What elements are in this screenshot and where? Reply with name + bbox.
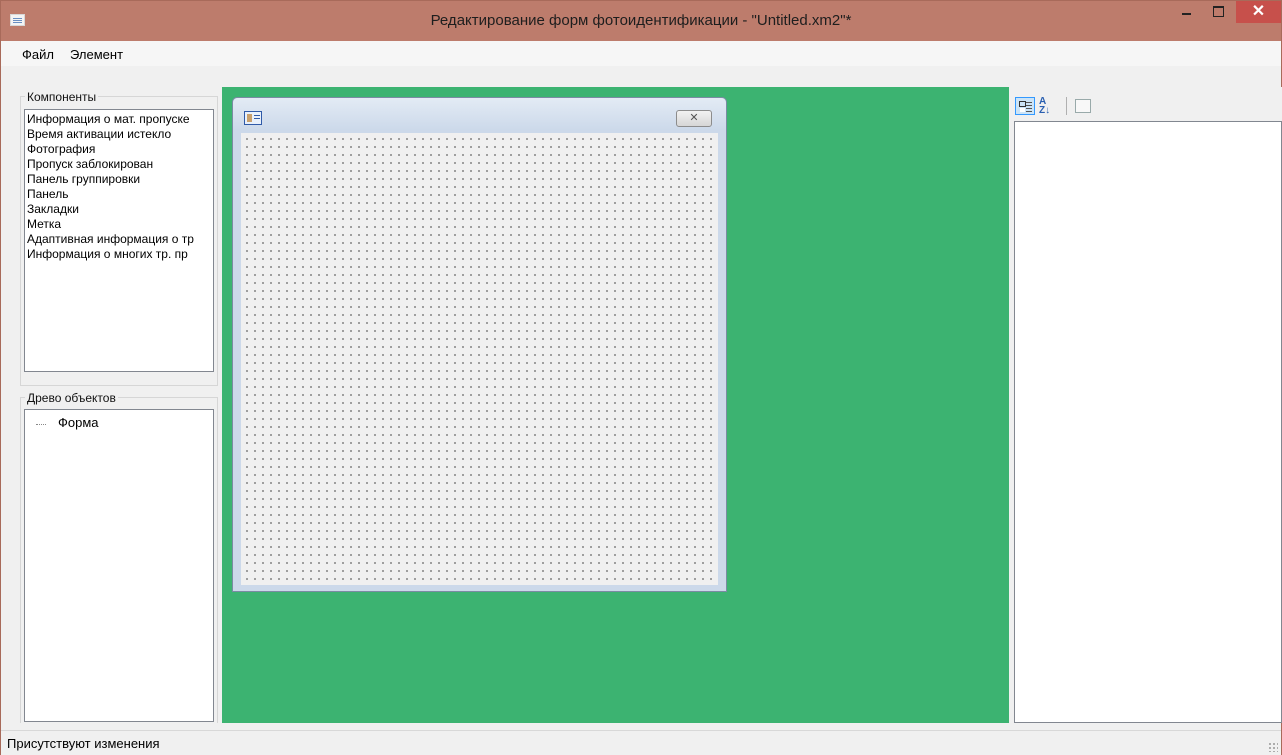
close-button[interactable]: ✕ xyxy=(1236,1,1281,23)
property-pages-icon[interactable] xyxy=(1074,97,1094,115)
tree-node-form[interactable]: Форма xyxy=(56,415,99,430)
menu-bar: Файл Элемент xyxy=(1,41,1281,66)
menu-file[interactable]: Файл xyxy=(22,47,54,62)
window-title: Редактирование форм фотоидентификации - … xyxy=(430,12,852,29)
object-tree-group: Древо объектов Форма xyxy=(20,391,218,723)
property-toolbar: A Z↓ xyxy=(1014,87,1282,121)
property-grid[interactable] xyxy=(1014,121,1282,723)
list-item[interactable]: Время активации истекло xyxy=(25,127,213,142)
title-bar[interactable]: Редактирование форм фотоидентификации - … xyxy=(1,1,1281,41)
list-item[interactable]: Пропуск заблокирован xyxy=(25,157,213,172)
list-item[interactable]: Панель xyxy=(25,187,213,202)
object-tree[interactable]: Форма xyxy=(24,409,214,722)
sort-alphabetical-glyph: A Z↓ xyxy=(1039,96,1051,116)
form-title-bar[interactable]: ✕ xyxy=(233,98,726,130)
form-close-button[interactable]: ✕ xyxy=(676,110,712,127)
status-text: Присутствуют изменения xyxy=(7,736,160,751)
list-item[interactable]: Фотография xyxy=(25,142,213,157)
resize-grip-icon[interactable] xyxy=(1268,742,1278,752)
components-list[interactable]: Информация о мат. пропуске Время активац… xyxy=(24,109,214,372)
minimize-button[interactable] xyxy=(1172,1,1200,23)
form-preview[interactable]: ✕ xyxy=(232,97,727,592)
list-item[interactable]: Метка xyxy=(25,217,213,232)
maximize-button[interactable] xyxy=(1204,1,1232,23)
list-item[interactable]: Закладки xyxy=(25,202,213,217)
sort-alphabetical-icon[interactable]: A Z↓ xyxy=(1039,96,1059,116)
list-item[interactable]: Адаптивная информация о тр xyxy=(25,232,213,247)
tree-connector xyxy=(36,424,46,425)
categorized-view-icon[interactable] xyxy=(1015,97,1035,115)
list-item[interactable]: Информация о мат. пропуске xyxy=(25,112,213,127)
components-label: Компоненты xyxy=(25,90,99,104)
list-item[interactable]: Панель группировки xyxy=(25,172,213,187)
form-design-grid[interactable] xyxy=(241,133,718,585)
design-canvas[interactable]: ✕ xyxy=(222,87,1009,723)
main-window: Редактирование форм фотоидентификации - … xyxy=(0,0,1282,755)
toolbar-separator xyxy=(1066,97,1067,115)
status-bar: Присутствуют изменения xyxy=(1,730,1281,755)
list-item[interactable]: Информация о многих тр. пр xyxy=(25,247,213,262)
menu-element[interactable]: Элемент xyxy=(70,47,123,62)
object-tree-label: Древо объектов xyxy=(25,391,118,405)
id-card-icon xyxy=(244,111,262,125)
components-group: Компоненты Информация о мат. пропуске Вр… xyxy=(20,90,218,386)
